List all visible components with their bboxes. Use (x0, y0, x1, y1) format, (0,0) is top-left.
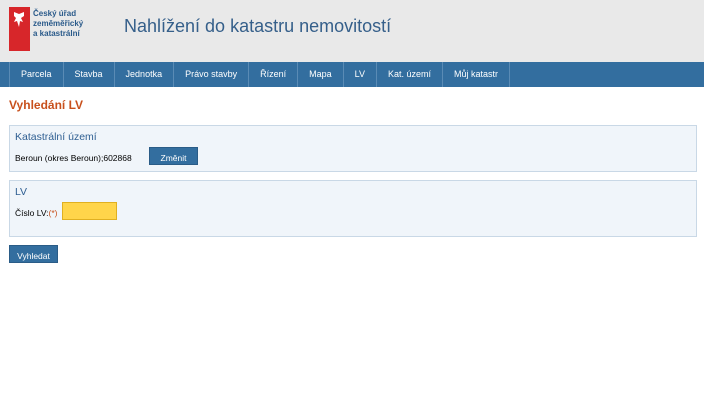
lv-number-label-text: Číslo LV: (15, 208, 49, 218)
nav-item-stavba[interactable]: Stavba (62, 62, 114, 87)
lv-number-input[interactable] (62, 202, 117, 220)
logo-line-1: Český úřad (33, 9, 77, 18)
cuzk-logo-icon[interactable] (9, 7, 30, 51)
cadastral-area-value: Beroun (okres Beroun);602868 (15, 153, 132, 163)
nav-item-parcela[interactable]: Parcela (9, 62, 63, 87)
nav-item-lv[interactable]: LV (342, 62, 376, 87)
logo-text[interactable]: Český úřad zeměměřický a katastrální (33, 9, 83, 39)
header: Český úřad zeměměřický a katastrální Nah… (0, 0, 704, 62)
cadastral-area-panel: Katastrální území Beroun (okres Beroun);… (9, 125, 697, 172)
nav-item-jednotka[interactable]: Jednotka (113, 62, 174, 87)
app-title: Nahlížení do katastru nemovitostí (124, 16, 392, 36)
nav-item-rizeni[interactable]: Řízení (248, 62, 297, 87)
lv-number-label: Číslo LV:(*) (15, 208, 58, 218)
main-navigation: Parcela Stavba Jednotka Právo stavby Říz… (0, 62, 704, 87)
logo-line-2: zeměměřický (33, 19, 84, 28)
change-button[interactable]: Změnit (149, 147, 198, 165)
logo-line-3: a katastrální (33, 29, 80, 38)
lv-panel: LV Číslo LV:(*) (9, 180, 697, 237)
nav-item-mapa[interactable]: Mapa (297, 62, 343, 87)
nav-item-muj-katastr[interactable]: Můj katastr (442, 62, 511, 87)
lv-heading: LV (15, 186, 28, 198)
page-title: Vyhledání LV (9, 98, 84, 112)
required-mark: (*) (48, 208, 58, 218)
search-button[interactable]: Vyhledat (9, 245, 58, 263)
nav-item-kat-uzemi[interactable]: Kat. území (375, 62, 442, 87)
cadastral-area-heading: Katastrální území (15, 131, 97, 143)
nav-item-pravo-stavby[interactable]: Právo stavby (173, 62, 248, 87)
